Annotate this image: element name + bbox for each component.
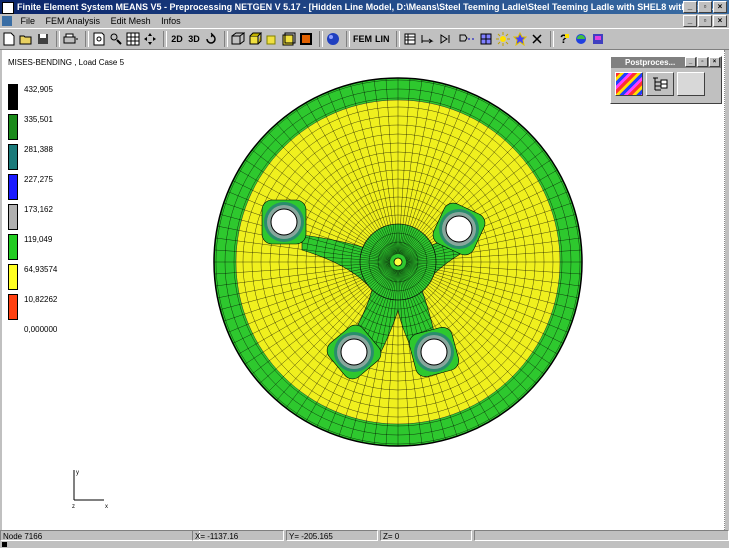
hole — [270, 208, 298, 236]
color-icon[interactable] — [574, 31, 588, 47]
menu-bar: File FEM Analysis Edit Mesh Infos _ ▫ × — [0, 14, 729, 28]
window-title: Finite Element System MEANS V5 - Preproc… — [17, 2, 714, 12]
stop-icon[interactable] — [299, 31, 313, 47]
flag-icon[interactable] — [591, 31, 605, 47]
pp-close-button[interactable]: × — [709, 57, 720, 67]
legend-value: 119,049 — [24, 235, 53, 244]
legend-value: 432,905 — [24, 85, 53, 94]
plot-caption: MISES-BENDING , Load Case 5 — [8, 58, 125, 67]
status-node: Node 7166 — [0, 530, 200, 541]
mdi-close-button[interactable]: × — [713, 15, 727, 27]
cube-icon[interactable] — [248, 31, 262, 47]
sphere-icon[interactable] — [326, 31, 340, 47]
status-y: Y= -205.165 — [286, 530, 378, 541]
title-bar: Finite Element System MEANS V5 - Preproc… — [0, 0, 729, 14]
postprocessor-title-text: Postproces... — [625, 58, 676, 67]
status-z: Z= 0 — [380, 530, 472, 541]
menu-infos[interactable]: Infos — [157, 14, 185, 28]
legend-swatch — [8, 264, 18, 290]
print-icon[interactable] — [63, 31, 79, 47]
legend-value: 335,501 — [24, 115, 53, 124]
axis-y-label: y — [76, 470, 79, 476]
node-icon[interactable] — [439, 31, 455, 47]
light-icon[interactable] — [495, 31, 510, 47]
hole — [445, 215, 473, 243]
star-icon[interactable] — [512, 31, 527, 47]
blank-icon[interactable] — [677, 72, 705, 96]
box-icon[interactable] — [231, 31, 245, 47]
zoom-icon[interactable] — [109, 31, 123, 47]
menu-file[interactable]: File — [17, 14, 40, 28]
mdi-maximize-button[interactable]: ▫ — [698, 15, 712, 27]
layer-icon[interactable] — [282, 31, 296, 47]
move-icon[interactable] — [143, 31, 157, 47]
legend-swatch — [8, 234, 18, 260]
save-icon[interactable] — [36, 31, 50, 47]
stripes-icon[interactable] — [615, 72, 643, 96]
legend-value: 0,000000 — [24, 325, 58, 334]
corner-block — [2, 542, 7, 547]
pp-maximize-button[interactable]: ▫ — [697, 57, 708, 67]
arrow-icon[interactable] — [420, 31, 436, 47]
postprocessor-title[interactable]: Postproces... _ ▫ × — [611, 57, 721, 68]
pp-minimize-button[interactable]: _ — [685, 57, 696, 67]
legend-value: 10,82262 — [24, 295, 58, 304]
status-bar: Node 7166 X= -1137.16 Y= -205.165 Z= 0 — [0, 530, 729, 541]
grid-icon[interactable] — [126, 31, 140, 47]
open-icon[interactable] — [19, 31, 33, 47]
toolbar: 2D 3D FEM LIN ? — [0, 28, 729, 50]
cube2-icon[interactable] — [265, 31, 279, 47]
legend-value: 227,275 — [24, 175, 53, 184]
rotate-icon[interactable] — [204, 31, 218, 47]
legend-swatch — [8, 84, 18, 110]
mdi-minimize-button[interactable]: _ — [683, 15, 697, 27]
minimize-button[interactable]: _ — [683, 1, 697, 13]
lin-button[interactable]: LIN — [375, 31, 390, 47]
view-3d-button[interactable]: 3D — [187, 31, 201, 47]
legend-value: 281,388 — [24, 145, 53, 154]
tree-icon[interactable] — [646, 72, 674, 96]
axis-x-label: x — [105, 504, 108, 510]
maximize-button[interactable]: ▫ — [698, 1, 712, 13]
app-icon[interactable] — [2, 2, 14, 14]
legend-swatch — [8, 204, 18, 230]
hole — [420, 338, 448, 366]
legend-value: 173,162 — [24, 205, 53, 214]
legend-swatch — [8, 174, 18, 200]
legend-swatch — [8, 144, 18, 170]
plot-canvas[interactable]: y z x MISES-BENDING , Load Case 5 432,905 3… — [2, 50, 725, 530]
fem-plot[interactable]: y z x — [2, 50, 724, 530]
new-icon[interactable] — [2, 31, 16, 47]
legend-swatch — [8, 294, 18, 320]
hole — [340, 338, 368, 366]
preview-icon[interactable] — [92, 31, 106, 47]
legend-value: 64,93574 — [24, 265, 58, 274]
status-empty — [474, 530, 729, 541]
close-button[interactable]: × — [713, 1, 727, 13]
postprocessor-window[interactable]: Postproces... _ ▫ × — [610, 56, 722, 104]
menu-fem-analysis[interactable]: FEM Analysis — [42, 14, 105, 28]
menu-edit-mesh[interactable]: Edit Mesh — [107, 14, 155, 28]
axis-z-label: z — [72, 504, 75, 510]
mdi-icon[interactable] — [2, 16, 12, 26]
view-2d-button[interactable]: 2D — [170, 31, 184, 47]
help-icon[interactable]: ? — [557, 31, 571, 47]
legend-swatch — [8, 114, 18, 140]
fem-button[interactable]: FEM — [353, 31, 372, 47]
cross-icon[interactable] — [530, 31, 544, 47]
table-icon[interactable] — [403, 31, 417, 47]
status-x: X= -1137.16 — [192, 530, 284, 541]
element-icon[interactable] — [458, 31, 476, 47]
center-node — [393, 257, 403, 267]
mesh-icon[interactable] — [479, 31, 493, 47]
